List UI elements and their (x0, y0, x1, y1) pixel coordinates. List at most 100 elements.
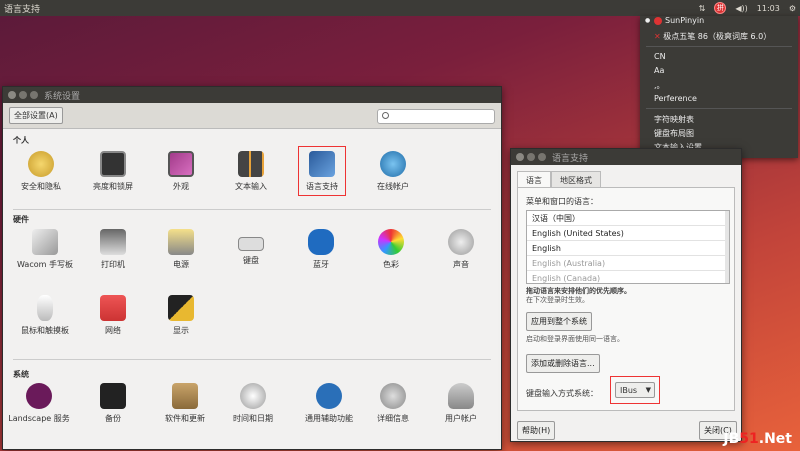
list-item[interactable]: English (Canada) (527, 271, 729, 283)
network-updown-icon[interactable]: ⇅ (699, 4, 706, 13)
settings-item-power[interactable]: 电源 (149, 229, 213, 270)
settings-item-brightness[interactable]: 亮度和锁屏 (81, 151, 145, 192)
mouse-touchpad-icon (37, 295, 53, 321)
clock[interactable]: 11:03 (757, 4, 780, 13)
menu-item-charmap[interactable]: 字符映射表 (654, 114, 694, 125)
user-accounts-icon (448, 383, 474, 409)
menu-separator (646, 46, 792, 47)
settings-item-user-accounts[interactable]: 用户帐户 (429, 383, 493, 424)
menu-item-sunpinyin[interactable]: SunPinyin (645, 16, 704, 25)
help-button[interactable]: 帮助(H) (517, 421, 556, 440)
top-panel: 语言支持 ⇅ 拼 ◀)) 11:03 ⚙ (0, 0, 800, 16)
menu-item-wubi[interactable]: ✕ 极点五笔 86（极爽词库 6.0） (654, 31, 771, 42)
wacom-tablet-icon (32, 229, 58, 255)
brightness-lock-icon (100, 151, 126, 177)
language-list[interactable]: 汉语（中国） English (United States) English E… (526, 210, 730, 284)
window-title: 系统设置 (44, 91, 81, 102)
settings-item-online-accounts[interactable]: 在线帐户 (361, 151, 425, 192)
list-item[interactable]: 汉语（中国） (527, 211, 729, 226)
section-divider (13, 209, 491, 210)
maximize-icon[interactable] (30, 91, 38, 99)
language-support-icon (309, 151, 335, 177)
bluetooth-icon (308, 229, 334, 255)
keyboard-icon (238, 237, 264, 251)
settings-item-privacy[interactable]: 安全和隐私 (9, 151, 73, 192)
landscape-icon (26, 383, 52, 409)
power-icon (168, 229, 194, 255)
list-item[interactable]: English (United States) (527, 226, 729, 241)
apply-system-wide-button[interactable]: 应用到整个系统 (526, 312, 592, 331)
settings-item-details[interactable]: 详细信息 (361, 383, 425, 424)
window-titlebar[interactable]: 系统设置 (3, 87, 501, 103)
system-settings-window: 系统设置 全部设置(A) 个人 安全和隐私 亮度和锁屏 外观 文本输入 语言支持… (2, 86, 502, 450)
settings-item-language-support[interactable]: 语言支持 (298, 146, 346, 196)
all-settings-button[interactable]: 全部设置(A) (9, 107, 63, 124)
settings-item-color[interactable]: 色彩 (359, 229, 423, 270)
section-title-hardware: 硬件 (13, 215, 29, 224)
language-support-window: 语言支持 语言 地区格式 菜单和窗口的语言： 汉语（中国） English (U… (510, 148, 742, 442)
settings-item-appearance[interactable]: 外观 (149, 151, 213, 192)
chevron-down-icon: ▼ (645, 386, 651, 394)
input-method-label: 键盘输入方式系统： (526, 389, 598, 398)
list-item[interactable]: English (Australia) (527, 256, 729, 271)
menu-item-aa[interactable]: Aa (654, 66, 664, 75)
input-method-select[interactable]: IBus ▼ (615, 382, 655, 398)
software-updates-icon (172, 383, 198, 409)
close-icon[interactable] (8, 91, 16, 99)
search-input[interactable] (377, 109, 495, 124)
input-method-icon[interactable]: 拼 (714, 2, 727, 14)
section-title-system: 系统 (13, 370, 29, 379)
system-tray: ⇅ 拼 ◀)) 11:03 ⚙ (699, 0, 796, 16)
settings-item-mouse[interactable]: 鼠标和触摸板 (13, 295, 77, 336)
menu-item-keyboard-layout[interactable]: 键盘布局图 (654, 128, 694, 139)
section-title-personal: 个人 (13, 136, 29, 145)
backup-icon (100, 383, 126, 409)
online-accounts-icon (380, 151, 406, 177)
settings-item-display[interactable]: 显示 (149, 295, 213, 336)
menu-item-preference[interactable]: Perference (654, 94, 697, 103)
printer-icon (100, 229, 126, 255)
settings-item-backup[interactable]: 备份 (81, 383, 145, 424)
settings-item-printer[interactable]: 打印机 (81, 229, 145, 270)
maximize-icon[interactable] (538, 153, 546, 161)
window-titlebar[interactable]: 语言支持 (511, 149, 741, 165)
list-item[interactable]: English (527, 241, 729, 256)
settings-item-wacom[interactable]: Wacom 手写板 (13, 229, 77, 270)
minimize-icon[interactable] (527, 153, 535, 161)
text-entry-icon (238, 151, 264, 177)
volume-icon[interactable]: ◀)) (735, 4, 747, 13)
menu-separator (646, 108, 792, 109)
section-divider (13, 359, 491, 360)
privacy-icon (28, 151, 54, 177)
settings-item-landscape[interactable]: Landscape 服务 (7, 383, 71, 424)
close-icon[interactable] (516, 153, 524, 161)
language-list-caption: 菜单和窗口的语言： (526, 197, 598, 206)
accessibility-icon (316, 383, 342, 409)
settings-item-software[interactable]: 软件和更新 (153, 383, 217, 424)
settings-item-network[interactable]: 网络 (81, 295, 145, 336)
language-tab-panel: 菜单和窗口的语言： 汉语（中国） English (United States)… (517, 187, 735, 411)
time-date-icon (240, 383, 266, 409)
apply-hint: 启动和登录界面使用同一语言。 (526, 335, 624, 343)
search-icon (382, 112, 389, 119)
menu-item-cn[interactable]: CN (654, 52, 666, 61)
drag-hint-secondary: 在下次登录时生效。 (526, 296, 589, 304)
window-title: 语言支持 (552, 153, 589, 164)
input-method-highlight: IBus ▼ (610, 376, 660, 404)
color-icon (378, 229, 404, 255)
toolbar: 全部设置(A) (3, 103, 501, 129)
add-remove-languages-button[interactable]: 添加或删除语言... (526, 354, 600, 373)
sound-icon (448, 229, 474, 255)
site-watermark: JB51.Net (723, 431, 792, 447)
settings-item-keyboard[interactable]: 键盘 (219, 229, 283, 266)
settings-item-bluetooth[interactable]: 蓝牙 (289, 229, 353, 270)
settings-item-text-entry[interactable]: 文本输入 (219, 151, 283, 192)
settings-item-time-date[interactable]: 时间和日期 (221, 383, 285, 424)
list-scrollbar[interactable] (725, 211, 729, 283)
settings-item-accessibility[interactable]: 通用辅助功能 (291, 383, 367, 424)
sunpinyin-icon (654, 16, 662, 25)
gear-icon[interactable]: ⚙ (789, 4, 796, 13)
minimize-icon[interactable] (19, 91, 27, 99)
menu-item-punct[interactable]: ,。 (654, 80, 665, 91)
settings-item-sound[interactable]: 声音 (429, 229, 493, 270)
